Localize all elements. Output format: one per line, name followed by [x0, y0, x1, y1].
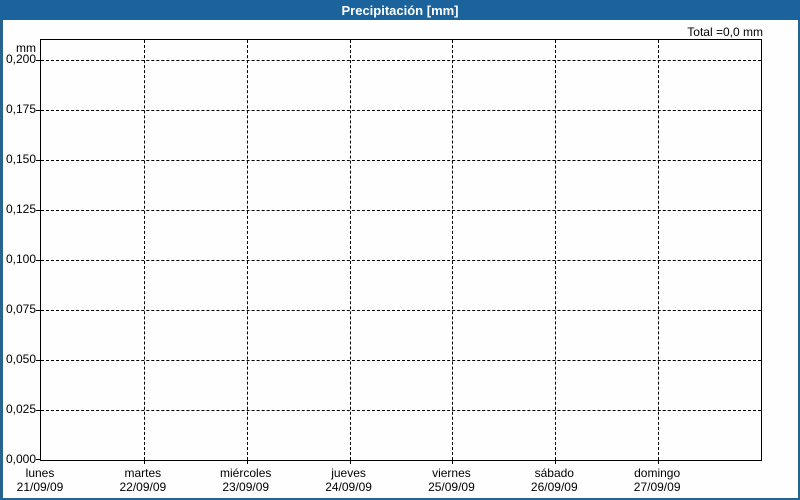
x-tick-date: 26/09/09 — [530, 480, 578, 494]
x-tick-date: 21/09/09 — [16, 480, 64, 494]
x-tick-day: sábado — [534, 466, 574, 480]
x-tick-date: 27/09/09 — [633, 480, 681, 494]
x-tick-label: sábado 26/09/09 — [502, 466, 606, 494]
x-tick-label: viernes 25/09/09 — [399, 466, 503, 494]
x-tick-label: martes 22/09/09 — [91, 466, 195, 494]
x-tick-day: martes — [124, 466, 162, 480]
x-tick-label: lunes 21/09/09 — [0, 466, 92, 494]
x-tick-day: domingo — [634, 466, 681, 480]
precipitation-chart-window: Precipitación [mm] Total =0,0 mm mm 0,00… — [0, 0, 800, 500]
x-tick-label: jueves 24/09/09 — [297, 466, 401, 494]
x-tick-label: domingo 27/09/09 — [605, 466, 709, 494]
x-tick-day: miércoles — [220, 466, 272, 480]
x-tick-day: viernes — [432, 466, 471, 480]
x-tick-date: 22/09/09 — [119, 480, 167, 494]
x-axis-labels: lunes 21/09/09 martes 22/09/09 miércoles 23/0… — [0, 0, 800, 500]
x-tick-date: 23/09/09 — [222, 480, 270, 494]
x-tick-date: 25/09/09 — [428, 480, 475, 494]
x-tick-day: lunes — [25, 466, 55, 480]
x-tick-day: jueves — [331, 466, 366, 480]
x-tick-label: miércoles 23/09/09 — [194, 466, 298, 494]
x-tick-date: 24/09/09 — [325, 480, 372, 494]
